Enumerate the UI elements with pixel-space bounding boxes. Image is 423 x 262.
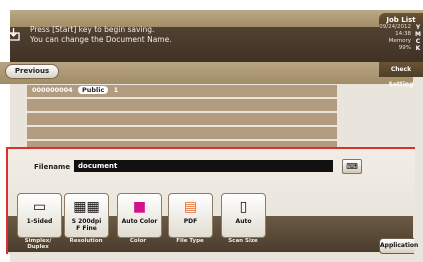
memory-label: Memory — [388, 38, 411, 44]
scan-to-box-icon — [7, 28, 20, 41]
scan-size-label: Auto — [235, 218, 252, 225]
toner-m: M — [415, 31, 421, 38]
toner-levels: Y M C K — [415, 24, 421, 52]
file-type-label: PDF — [183, 218, 198, 225]
resolution-button[interactable]: ▦▦ S 200dpi F Fine — [64, 193, 109, 238]
resolution-label: S 200dpi F Fine — [71, 218, 102, 232]
scan-size-icon: ▯ — [239, 199, 248, 215]
list-row-2 — [27, 99, 337, 111]
scan-size-button[interactable]: ▯ Auto — [221, 193, 266, 238]
color-icon: ■ — [132, 199, 147, 215]
document-count: 1 — [113, 86, 119, 94]
color-label: Auto Color — [121, 218, 158, 225]
application-button[interactable]: Application — [379, 238, 418, 254]
caption-resolution: Resolution — [69, 238, 103, 244]
filename-field[interactable]: document — [74, 160, 333, 172]
caption-color: Color — [129, 238, 147, 244]
color-button[interactable]: ■ Auto Color — [117, 193, 162, 238]
simplex-duplex-button[interactable]: ▭ 1-Sided — [17, 193, 62, 238]
sub-bar — [0, 62, 413, 84]
caption-simplex: Simplex/ Duplex — [24, 238, 52, 250]
message-line-1: Press [Start] key to begin saving. — [30, 25, 155, 34]
date-display: 09/24/2012 — [379, 24, 411, 30]
simplex-label: 1-Sided — [26, 218, 53, 225]
list-row-4 — [27, 127, 337, 139]
time-display: 14:38 — [395, 31, 411, 37]
filename-label: Filename — [34, 163, 71, 171]
resolution-icon: ▦▦ — [73, 199, 100, 215]
message-line-2: You can change the Document Name. — [30, 35, 172, 44]
caption-scan-size: Scan Size — [228, 238, 258, 244]
public-tag: Public — [77, 86, 109, 94]
simplex-icon: ▭ — [32, 199, 47, 215]
previous-button[interactable]: Previous — [5, 64, 59, 79]
document-entry: 000000004 Public 1 — [32, 86, 118, 96]
toner-y: Y — [415, 24, 421, 31]
toner-k: K — [415, 45, 421, 52]
toner-c: C — [415, 38, 421, 45]
keyboard-icon[interactable]: ⌨ — [342, 159, 362, 174]
status-panel: 09/24/2012 14:38 Memory 99% — [379, 24, 411, 52]
list-row-3 — [27, 113, 337, 125]
document-id: 000000004 — [32, 86, 73, 94]
memory-value: 99% — [398, 45, 411, 51]
caption-file-type: File Type — [176, 238, 204, 244]
check-setting-button[interactable]: Check Setting — [379, 62, 423, 88]
pdf-icon: ▤ — [183, 199, 198, 215]
file-type-button[interactable]: ▤ PDF — [168, 193, 213, 238]
